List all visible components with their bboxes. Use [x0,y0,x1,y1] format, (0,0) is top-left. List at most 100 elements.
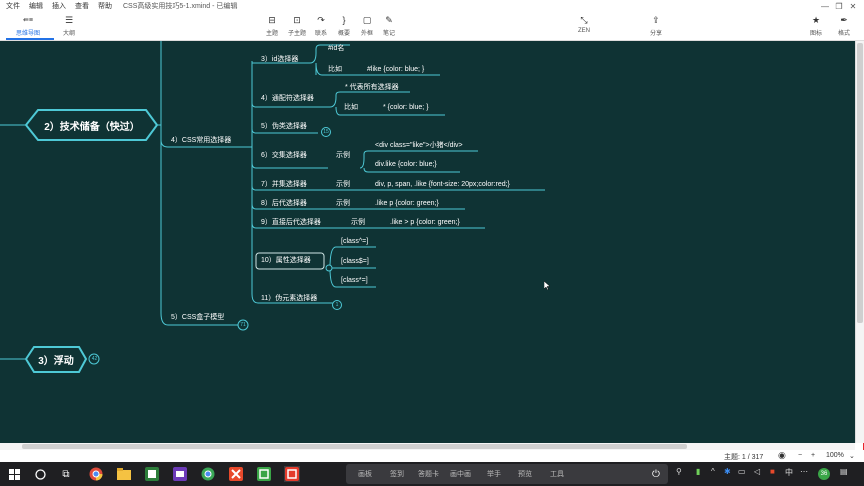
main-topic-float[interactable]: 3）浮动 [28,349,84,370]
collapse-badge[interactable]: 42 [90,355,99,364]
format-panel-label: 格式 [838,31,851,37]
topic-pseudo-class-selector[interactable]: 5）伪类选择器 [261,122,307,131]
zoom-out-button[interactable]: − [798,452,802,459]
topic-descendant-selector[interactable]: 8）后代选择器 [261,199,307,208]
chevron-down-icon[interactable]: ⌄ [849,452,855,460]
action-center-icon[interactable]: ▤ [840,467,848,476]
topic-id-selector[interactable]: 3）id选择器 [261,55,298,64]
outline-view-button[interactable]: ☰ 大纲 [63,14,75,38]
notification-count[interactable]: 36 [818,468,830,480]
topic-intersection-selector[interactable]: 6）交集选择器 [261,151,307,160]
horizontal-scrollbar[interactable] [0,443,855,450]
tab-sign-in[interactable]: 签到 [390,469,404,479]
format-panel-button[interactable]: ✒ 格式 [838,14,851,38]
subtopic-attr-contains[interactable]: [class*=] [341,276,368,285]
chrome-icon[interactable] [88,466,104,482]
power-icon[interactable]: ⏻ [648,466,664,482]
folder-icon[interactable] [116,466,132,482]
search-icon[interactable] [32,466,48,482]
tab-drawing-board[interactable]: 画板 [358,469,372,479]
topic-attribute-selector[interactable]: 10）属性选择器 [261,256,311,265]
close-button[interactable]: ✕ [846,2,860,11]
subtopic-attr-ends[interactable]: [class$=] [341,257,369,266]
collapse-badge[interactable]: 1 [332,302,342,308]
subtopic-code[interactable]: div.like {color: blue;} [375,160,437,169]
ime-language[interactable]: 中 [785,467,793,478]
collapse-badge[interactable]: 71 [238,321,248,330]
subtopic-example[interactable]: 比如 [344,103,358,112]
tab-tools[interactable]: 工具 [550,469,564,479]
horizontal-scroll-thumb[interactable] [22,444,687,449]
eye-icon[interactable]: ◉ [778,450,786,461]
subtopic-id-name[interactable]: #id名 [328,44,344,53]
person-icon[interactable]: ⚲ [676,467,682,476]
app-tray-icon[interactable]: ■ [770,467,775,476]
menu-help[interactable]: 帮助 [98,1,112,11]
menu-edit[interactable]: 编辑 [29,1,43,11]
subtopic-code[interactable]: #like {color: blue; } [367,65,424,74]
subtopic-code[interactable]: .like p {color: green;} [375,199,439,208]
topic-pseudo-element-selector[interactable]: 11）伪元素选择器 [261,294,317,303]
subtopic-code[interactable]: div, p, span, .like {font-size: 20px;col… [375,180,510,189]
tab-raise-hand[interactable]: 举手 [487,469,501,479]
topic-icon: ⊟ [268,14,276,25]
volume-icon[interactable]: ◁ [754,467,760,476]
topic-css-selectors[interactable]: 4）CSS常用选择器 [171,136,231,145]
insert-topic-button[interactable]: ⊟ 主题 [266,14,278,38]
subtopic-code[interactable]: * {color: blue; } [383,103,429,112]
share-button[interactable]: ⇪ 分享 [650,14,662,38]
window-title: CSS高级实用技巧5-1.xmind - 已编辑 [123,3,238,10]
summary-button[interactable]: } 概要 [338,14,350,37]
xmind-icon[interactable] [228,466,244,482]
relationship-label: 联系 [315,31,328,37]
mindmap-view-button[interactable]: ⇚≡ 思维导图 [5,14,55,40]
vertical-scroll-thumb[interactable] [857,43,863,323]
subtopic-example[interactable]: 示例 [351,218,365,227]
vertical-scrollbar[interactable] [855,41,864,443]
note-button[interactable]: ✎ 笔记 [383,14,395,38]
zoom-in-button[interactable]: + [811,452,815,459]
subtopic-wildcard-desc[interactable]: * 代表所有选择器 [345,83,399,92]
relationship-button[interactable]: ↷ 联系 [315,14,328,38]
taskview-icon[interactable]: ⧉ [58,466,74,482]
boundary-button[interactable]: ▢ 外框 [361,14,373,38]
subtopic-example[interactable]: 示例 [336,151,350,160]
app-red-icon[interactable] [284,466,300,482]
tab-preview[interactable]: 预览 [518,469,532,479]
icons-panel-button[interactable]: ★ 图标 [810,14,822,38]
camtasia-icon[interactable] [256,466,272,482]
start-icon[interactable] [6,466,22,482]
outline-icon: ☰ [64,14,74,25]
wechat-icon[interactable] [144,466,160,482]
battery-icon[interactable]: ▮ [696,467,700,476]
topic-wildcard-selector[interactable]: 4）通配符选择器 [261,94,314,103]
minimize-button[interactable]: — [818,2,832,11]
topic-union-selector[interactable]: 7）并集选择器 [261,180,307,189]
chevron-up-icon[interactable]: ^ [711,467,715,476]
subtopic-code[interactable]: <div class="like">小猪</div> [375,141,463,150]
subtopic-code[interactable]: .like > p {color: green;} [390,218,460,227]
subtopic-example[interactable]: 示例 [336,199,350,208]
subtopic-attr-starts[interactable]: [class^=] [341,237,368,246]
mindmap-canvas[interactable]: 2）技术储备（快过） 3）浮动 42 4）CSS常用选择器 5）CSS盒子模型 … [0,41,855,443]
bluetooth-icon[interactable]: ✱ [724,467,731,476]
tab-answer-card[interactable]: 答题卡 [418,469,439,479]
zoom-level[interactable]: 100% [826,452,844,459]
menu-file[interactable]: 文件 [6,1,20,11]
main-topic-tech-reserve[interactable]: 2）技术储备（快过） [30,113,154,137]
tab-picture-in-picture[interactable]: 画中画 [450,469,471,479]
topic-child-selector[interactable]: 9）直接后代选择器 [261,218,321,227]
menu-view[interactable]: 查看 [75,1,89,11]
menu-insert[interactable]: 插入 [52,1,66,11]
ime-mode-icon[interactable]: ⋯ [800,467,808,476]
restore-button[interactable]: ❐ [832,2,846,11]
subtopic-example[interactable]: 比如 [328,65,342,74]
chrome-icon[interactable] [200,466,216,482]
network-icon[interactable]: ▭ [738,467,746,476]
topic-css-box-model[interactable]: 5）CSS盒子模型 [171,313,224,322]
subtopic-example[interactable]: 示例 [336,180,350,189]
browser-icon[interactable] [172,466,188,482]
collapse-badge[interactable]: 15 [321,129,331,135]
insert-subtopic-button[interactable]: ⊡ 子主题 [288,14,306,38]
zen-button[interactable]: ⤡ ZEN [578,14,590,35]
